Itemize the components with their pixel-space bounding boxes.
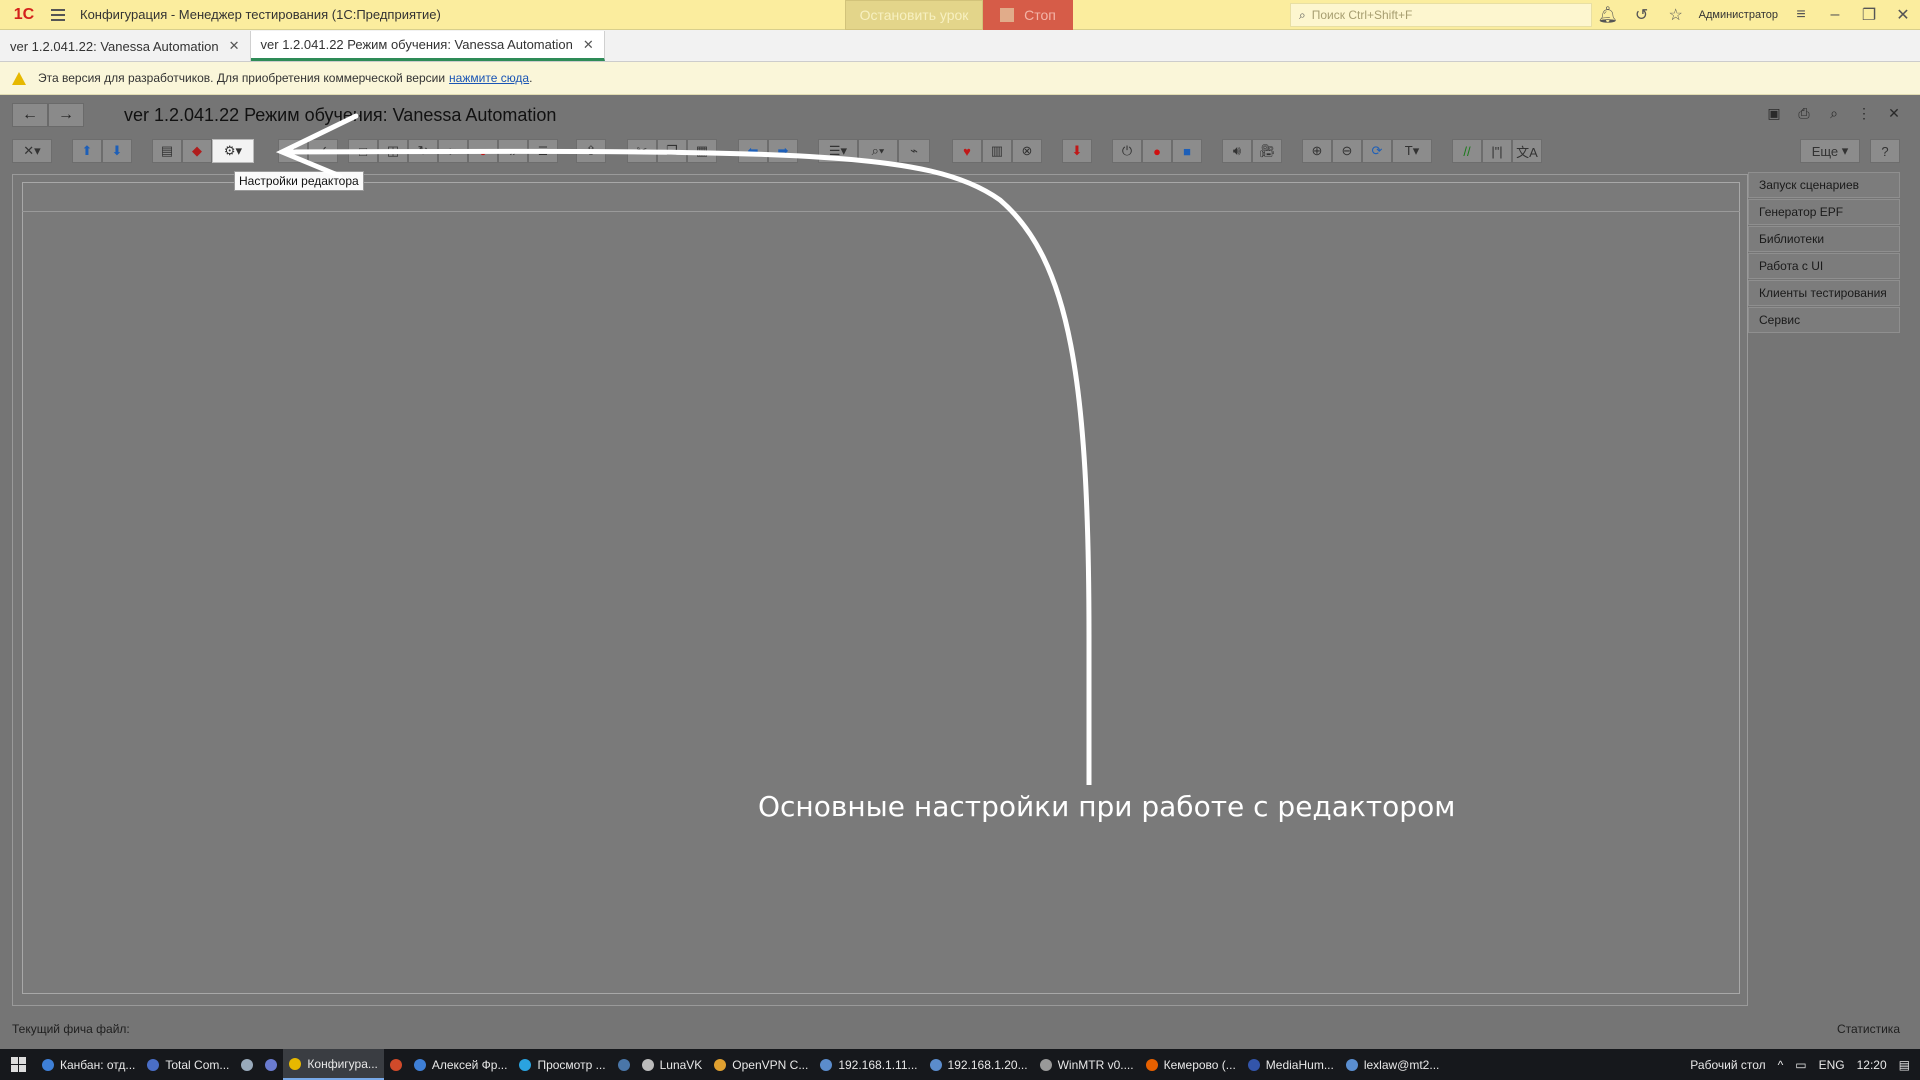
taskbar: Канбан: отд... Total Com... Конфигура...… [0,1049,1920,1080]
task-app[interactable] [259,1049,283,1080]
task-kanban[interactable]: Канбан: отд... [36,1049,141,1080]
task-label: 192.168.1.11... [838,1057,918,1072]
task-vk[interactable] [612,1049,636,1080]
task-label: 192.168.1.20... [947,1057,1028,1072]
vk-icon [617,1058,630,1071]
task-lexlaw[interactable]: lexlaw@mt2... [1340,1049,1446,1080]
firefox-icon [1145,1058,1158,1071]
task-steam[interactable] [235,1049,259,1080]
telegram-icon [519,1058,532,1071]
rdp-icon [929,1058,942,1071]
desktop-toolbar[interactable]: Рабочий стол [1690,1058,1765,1072]
mediahum-icon [1247,1058,1260,1071]
task-label: Алексей Фр... [431,1057,508,1072]
task-rdp-2[interactable]: 192.168.1.20... [924,1049,1034,1080]
task-app2[interactable] [384,1049,408,1080]
openvpn-icon [714,1058,727,1071]
annotation-text: Основные настройки при работе с редактор… [758,790,1456,823]
total-commander-icon [147,1058,160,1071]
windows-start-icon[interactable] [0,1049,36,1080]
task-label: lexlaw@mt2... [1363,1057,1440,1072]
task-kemerovo[interactable]: Кемерово (... [1140,1049,1242,1080]
steam-icon [241,1058,254,1071]
chevron-up-icon[interactable]: ^ [1778,1058,1784,1072]
task-label: MediaHum... [1265,1057,1334,1072]
notifications-icon[interactable]: ▤ [1899,1058,1910,1072]
task-1c-config[interactable]: Конфигура... [283,1049,384,1080]
task-label: Просмотр ... [537,1057,606,1072]
task-label: Кемерово (... [1163,1057,1236,1072]
task-label: LunaVK [659,1057,703,1072]
chrome-icon [42,1058,54,1071]
task-lunavk[interactable]: LunaVK [636,1049,709,1080]
lang-indicator[interactable]: ENG [1819,1058,1845,1072]
mail-icon [1345,1058,1358,1071]
1c-icon [289,1057,302,1070]
app-icon [265,1058,278,1071]
network-icon[interactable]: ▭ [1795,1058,1806,1072]
task-openvpn[interactable]: OpenVPN C... [708,1049,814,1080]
task-label: WinMTR v0.... [1057,1057,1134,1072]
annotation-arrow [275,113,1092,785]
task-label: Total Com... [165,1057,230,1072]
system-tray: Рабочий стол ^ ▭ ENG 12:20 ▤ [1690,1049,1920,1080]
task-rdp-1[interactable]: 192.168.1.11... [814,1049,923,1080]
rdp-icon [820,1058,833,1071]
app2-icon [389,1058,402,1071]
task-chrome-alexey[interactable]: Алексей Фр... [408,1049,514,1080]
clock[interactable]: 12:20 [1857,1058,1887,1072]
lunavk-icon [641,1058,654,1071]
task-label: Конфигура... [307,1056,378,1071]
task-mediahum[interactable]: MediaHum... [1242,1049,1340,1080]
task-label: OpenVPN C... [732,1057,809,1072]
task-telegram[interactable]: Просмотр ... [513,1049,611,1080]
task-total-commander[interactable]: Total Com... [141,1049,235,1080]
task-label: Канбан: отд... [60,1057,136,1072]
chrome-icon [413,1058,426,1071]
winmtr-icon [1039,1058,1052,1071]
task-winmtr[interactable]: WinMTR v0.... [1034,1049,1140,1080]
